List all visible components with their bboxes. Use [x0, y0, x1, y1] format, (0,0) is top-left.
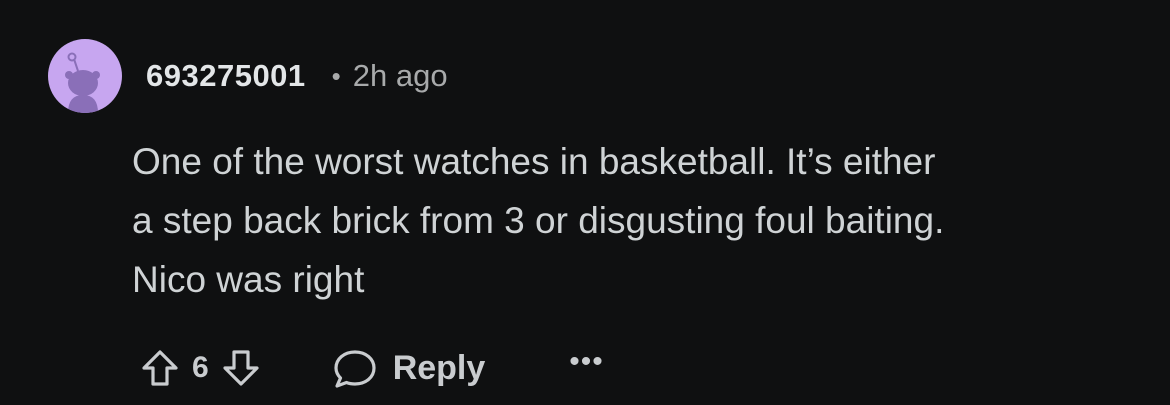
- more-options-button[interactable]: •••: [569, 345, 604, 379]
- comment-body-line: a step back brick from 3 or disgusting f…: [132, 200, 945, 241]
- upvote-arrow-icon: [142, 350, 178, 386]
- speech-bubble-icon: [334, 350, 376, 388]
- comment-meta: 693275001 • 2h ago: [146, 54, 448, 98]
- comment-body-line: One of the worst watches in basketball. …: [132, 141, 936, 182]
- comment: 693275001 • 2h ago One of the worst watc…: [0, 0, 1170, 405]
- vote-score: 6: [192, 351, 209, 384]
- avatar[interactable]: [48, 39, 122, 113]
- upvote-button[interactable]: [132, 340, 188, 396]
- username[interactable]: 693275001: [146, 58, 306, 94]
- downvote-button[interactable]: [213, 340, 269, 396]
- reply-button[interactable]: Reply: [331, 346, 486, 390]
- downvote-arrow-icon: [223, 350, 259, 386]
- comment-body: One of the worst watches in basketball. …: [132, 132, 1142, 309]
- timestamp: 2h ago: [352, 58, 448, 93]
- snoo-avatar-icon: [65, 52, 100, 113]
- reply-label: Reply: [392, 348, 486, 387]
- comment-actions: 6 Reply •••: [132, 340, 604, 396]
- comment-body-line: Nico was right: [132, 259, 365, 300]
- separator-dot: •: [331, 60, 341, 91]
